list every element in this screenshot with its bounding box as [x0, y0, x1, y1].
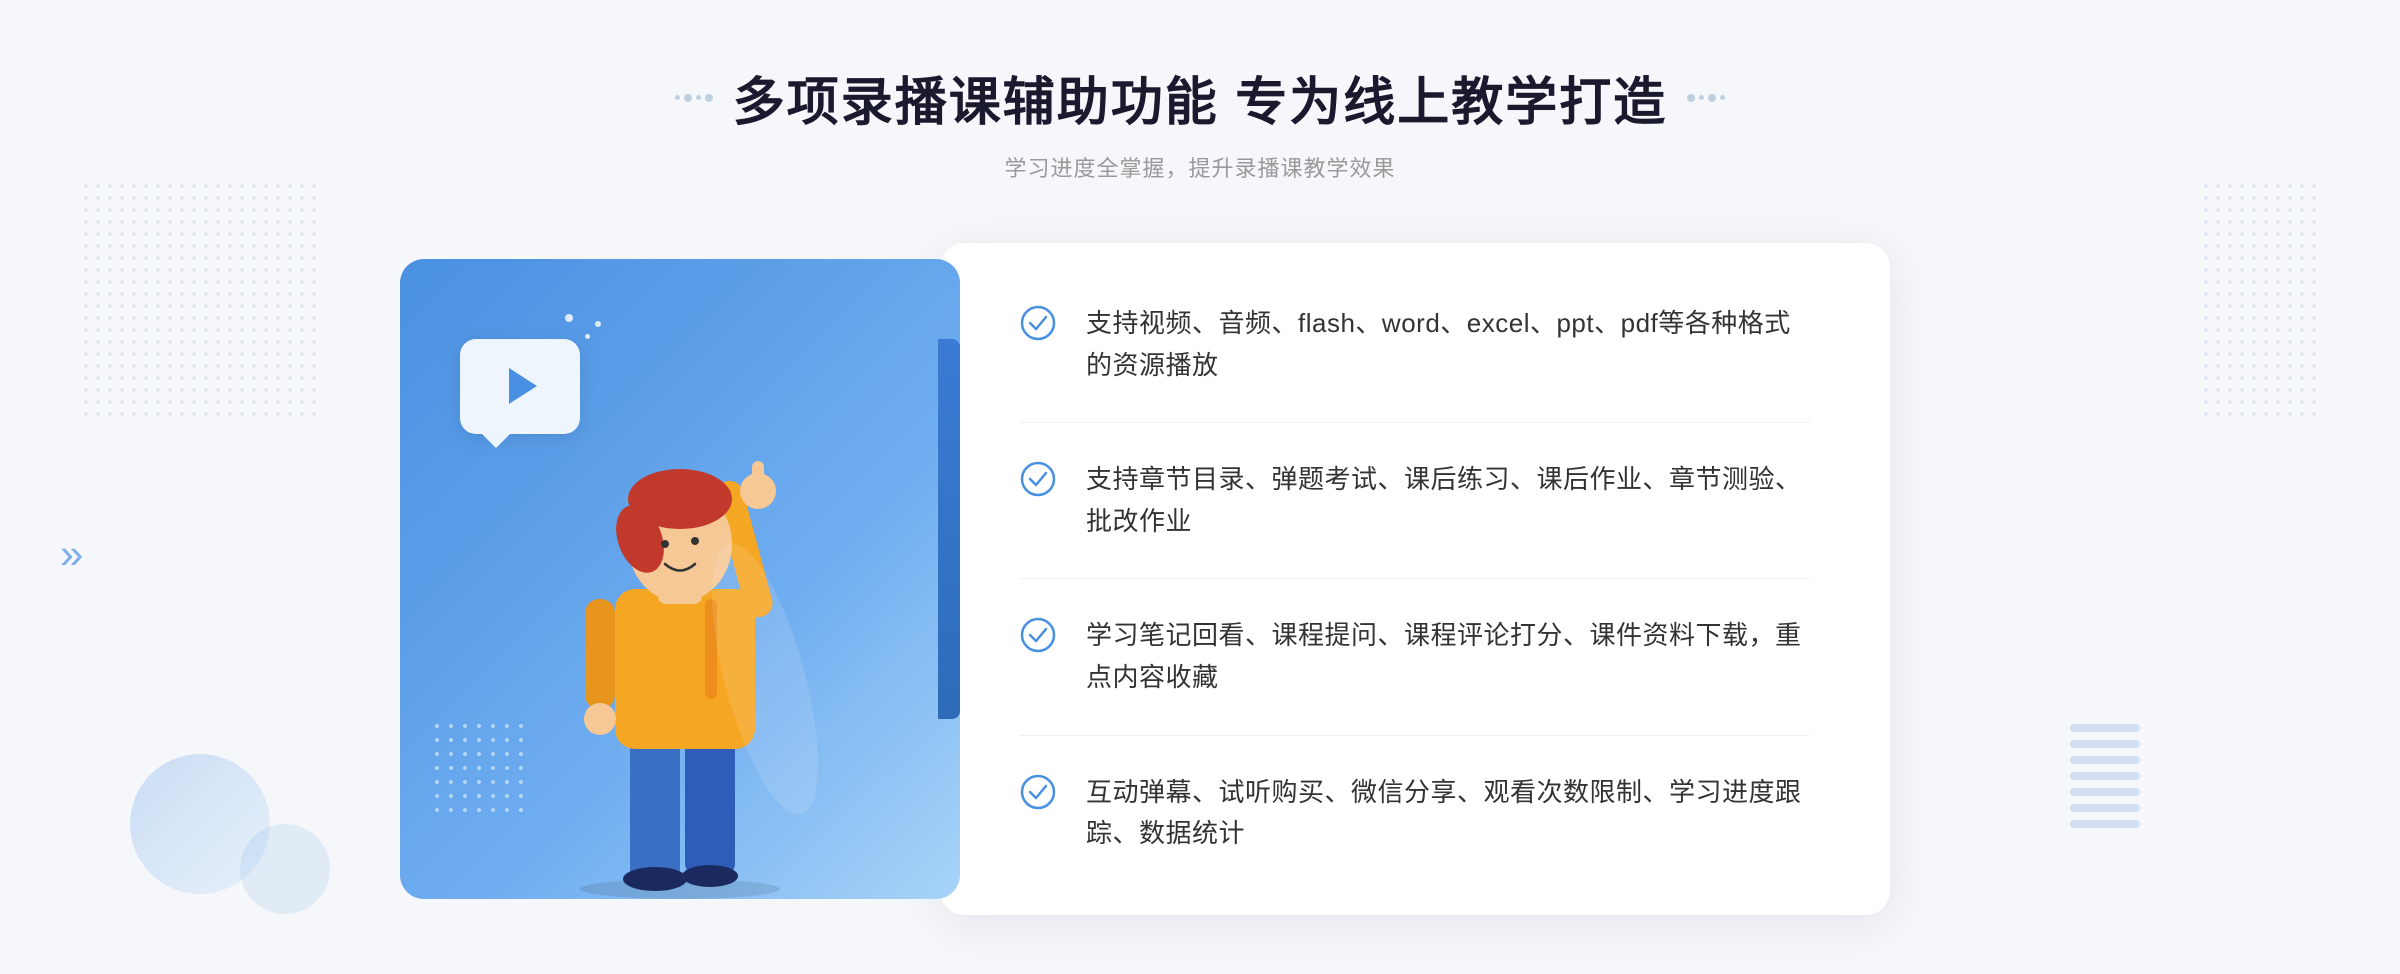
deco-dot	[696, 95, 701, 100]
feature-text-2: 支持章节目录、弹题考试、课后练习、课后作业、章节测验、批改作业	[1086, 459, 1810, 542]
dot-pattern	[200, 180, 320, 300]
content-area: 支持视频、音频、flash、word、excel、ppt、pdf等各种格式的资源…	[400, 243, 2000, 915]
stripe-line	[2070, 740, 2140, 748]
deco-dot	[675, 95, 680, 100]
page-subtitle: 学习进度全掌握，提升录播课教学效果	[675, 151, 1725, 183]
sparkle-decoration	[595, 321, 601, 327]
check-icon-4	[1020, 774, 1056, 810]
features-card: 支持视频、音频、flash、word、excel、ppt、pdf等各种格式的资源…	[940, 243, 1890, 915]
check-icon-3	[1020, 617, 1056, 653]
circle-decoration-2	[240, 824, 330, 914]
dot-pattern	[80, 300, 200, 420]
person-svg	[510, 379, 850, 899]
stripe-line	[2070, 820, 2140, 828]
stripe-line	[2070, 724, 2140, 732]
feature-item: 学习笔记回看、课程提问、课程评论打分、课件资料下载，重点内容收藏	[1020, 579, 1810, 735]
page-container: 多项录播课辅助功能 专为线上教学打造 学习进度全掌握，提升录播课教学效果	[0, 0, 2400, 974]
right-decoration	[1687, 94, 1725, 102]
title-row: 多项录播课辅助功能 专为线上教学打造	[675, 60, 1725, 135]
dot-pattern	[2200, 180, 2320, 300]
feature-item: 支持章节目录、弹题考试、课后练习、课后作业、章节测验、批改作业	[1020, 423, 1810, 579]
accent-bar	[938, 339, 960, 719]
deco-dot	[705, 94, 713, 102]
stripe-line	[2070, 756, 2140, 764]
feature-text-4: 互动弹幕、试听购买、微信分享、观看次数限制、学习进度跟踪、数据统计	[1086, 772, 1810, 855]
dot-pattern	[80, 180, 200, 300]
bubble-tail	[482, 434, 510, 448]
page-title: 多项录播课辅助功能 专为线上教学打造	[733, 60, 1667, 135]
illustration-card	[400, 259, 960, 899]
stripe-line	[2070, 804, 2140, 812]
dot-pattern	[2200, 300, 2320, 420]
deco-dot	[684, 94, 692, 102]
sparkle-decoration	[565, 314, 573, 322]
deco-dot	[1708, 94, 1716, 102]
left-decoration	[675, 94, 713, 102]
feature-text-3: 学习笔记回看、课程提问、课程评论打分、课件资料下载，重点内容收藏	[1086, 615, 1810, 698]
left-arrow-decoration: »	[60, 530, 83, 578]
stripe-decoration	[2070, 724, 2140, 854]
illustration-figure	[510, 379, 850, 899]
feature-item: 互动弹幕、试听购买、微信分享、观看次数限制、学习进度跟踪、数据统计	[1020, 736, 1810, 855]
header-section: 多项录播课辅助功能 专为线上教学打造 学习进度全掌握，提升录播课教学效果	[675, 60, 1725, 183]
stripe-line	[2070, 788, 2140, 796]
feature-item: 支持视频、音频、flash、word、excel、ppt、pdf等各种格式的资源…	[1020, 303, 1810, 423]
deco-dot	[1720, 95, 1725, 100]
sparkle-decoration	[585, 334, 590, 339]
check-icon-2	[1020, 461, 1056, 497]
dot-pattern	[200, 300, 320, 420]
check-icon-1	[1020, 305, 1056, 341]
feature-text-1: 支持视频、音频、flash、word、excel、ppt、pdf等各种格式的资源…	[1086, 303, 1810, 386]
deco-dot	[1687, 94, 1695, 102]
deco-dot	[1699, 95, 1704, 100]
stripe-line	[2070, 772, 2140, 780]
